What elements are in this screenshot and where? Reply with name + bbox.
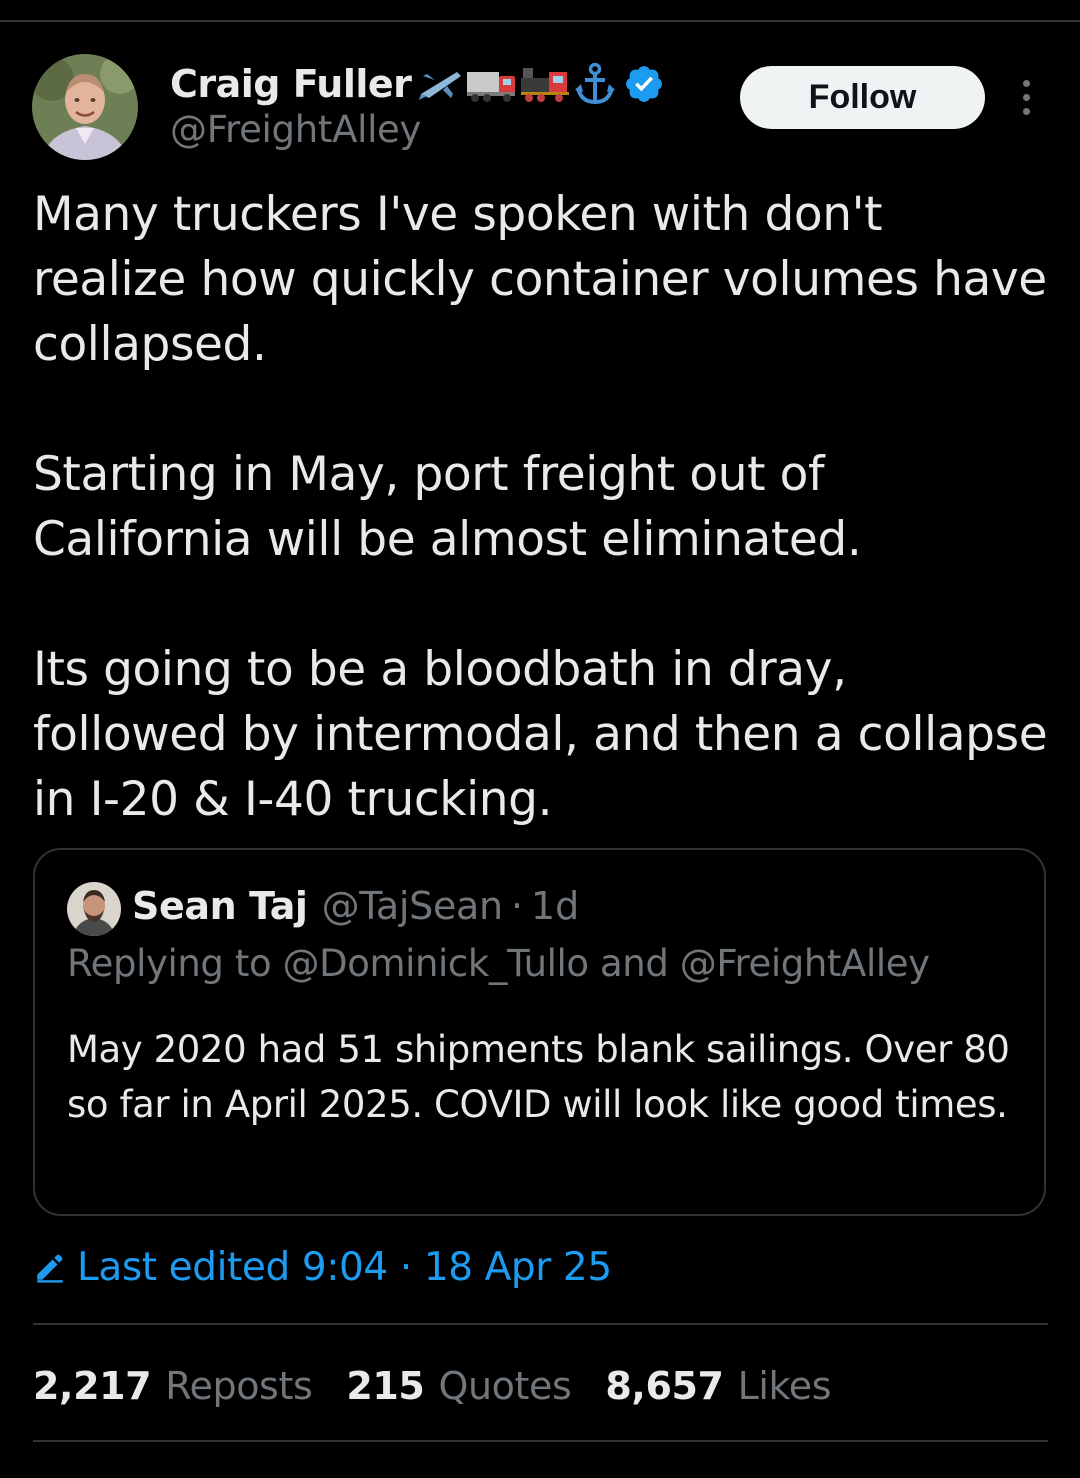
quoted-author-name[interactable]: Sean Taj [132,884,308,928]
divider [33,1323,1048,1325]
tweet-text: Many truckers I've spoken with don't rea… [33,182,1048,832]
tweet-paragraph: Starting in May, port freight out of Cal… [33,447,862,567]
divider [33,1440,1048,1442]
likes-label: Likes [737,1364,832,1408]
follow-button[interactable]: Follow [740,66,985,129]
author-avatar[interactable] [32,54,138,160]
anchor-emoji [575,62,616,105]
last-edited-link[interactable]: Last edited 9:04 · 18 Apr 25 [33,1240,612,1294]
edit-pencil-icon [37,1254,63,1283]
quoted-tweet-text: May 2020 had 51 shipments blank sailings… [67,1028,1010,1126]
tweet-paragraph: Many truckers I've spoken with don't rea… [33,187,1047,372]
author-display-name[interactable]: Craig Fuller [170,62,412,106]
tweet-header: Craig Fuller @FreightAlley Follow [0,0,1080,170]
likes-count: 8,657 [605,1364,724,1408]
last-edited-text: Last edited 9:04 · 18 Apr 25 [77,1244,612,1290]
more-dot [1022,79,1030,87]
reposts-label: Reposts [165,1364,313,1408]
tweet-paragraph: Its going to be a bloodbath in dray, fol… [33,642,1048,827]
likes-stat[interactable]: 8,657 Likes [605,1364,831,1408]
quoted-tweet-header: Sean Taj @TajSean · 1d [132,880,579,932]
quotes-label: Quotes [438,1364,572,1408]
quoted-tweet-card[interactable]: Sean Taj @TajSean · 1d Replying to @Domi… [33,848,1046,1216]
more-options-icon[interactable] [1008,74,1044,120]
quotes-stat[interactable]: 215 Quotes [346,1364,571,1408]
author-name-row: Craig Fuller [170,58,667,110]
quotes-count: 215 [346,1364,425,1408]
engagement-stats: 2,217 Reposts 215 Quotes 8,657 Likes [33,1358,865,1414]
quoted-timestamp: 1d [530,884,580,928]
truck-emoji [467,72,516,102]
locomotive-emoji [521,68,570,102]
quoted-author-handle[interactable]: @TajSean [322,884,504,928]
quoted-replying-to: Replying to @Dominick_Tullo and @Freight… [67,942,930,985]
airplane-emoji [419,72,462,100]
quoted-separator: · [510,884,523,928]
more-dot [1022,93,1030,101]
quoted-author-avatar [67,882,121,936]
verified-badge-icon [626,66,663,102]
reposts-stat[interactable]: 2,217 Reposts [33,1364,313,1408]
reposts-count: 2,217 [33,1364,152,1408]
name-emoji-group [417,62,667,106]
more-dot [1022,107,1030,115]
author-handle[interactable]: @FreightAlley [170,108,421,151]
